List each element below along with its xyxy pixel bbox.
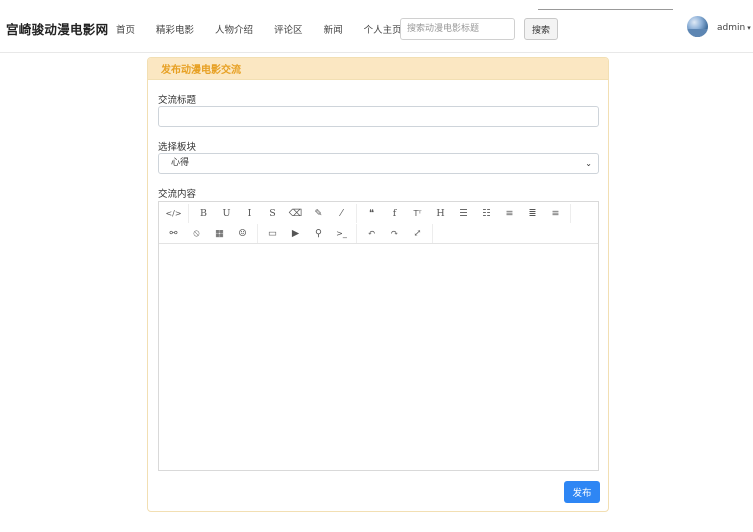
user-avatar[interactable]: [687, 16, 708, 37]
location-icon[interactable]: ⚲: [307, 224, 330, 243]
align-center-icon[interactable]: ≣: [521, 204, 544, 223]
heading-icon[interactable]: H: [429, 204, 452, 223]
title-label: 交流标题: [158, 95, 197, 106]
board-label: 选择板块: [158, 142, 197, 153]
align-right-icon[interactable]: ≡: [544, 204, 567, 223]
card-header: 发布动漫电影交流: [148, 58, 608, 80]
code-block-icon[interactable]: >_: [330, 224, 353, 243]
top-navbar: 宫崎骏动漫电影网 首页 精彩电影 人物介绍 评论区 新闻 个人主页 搜索 adm…: [0, 0, 753, 53]
title-input[interactable]: [158, 106, 599, 127]
link-icon[interactable]: ⚯: [162, 224, 185, 243]
font-icon[interactable]: f: [383, 204, 406, 223]
brush-icon[interactable]: ⁄: [330, 204, 353, 223]
bold-icon[interactable]: B: [192, 204, 215, 223]
search-input[interactable]: [400, 18, 515, 40]
video-icon[interactable]: ▶: [284, 224, 307, 243]
nav-item-comments[interactable]: 评论区: [274, 22, 303, 36]
quote-icon[interactable]: ❝: [360, 204, 383, 223]
editor-toolbar: </> B U I S ⌫ ✎ ⁄ ❝ f Tᵀ H ☰ ☷ ≡ ≣ ≡ ⚯ ⦸ ▦ ☺ ▭ ▶ ⚲ >_ ↶ ↷ ⤢: [159, 202, 598, 244]
nav-item-news[interactable]: 新闻: [324, 22, 343, 36]
code-view-icon[interactable]: </>: [162, 204, 185, 223]
board-selected-value: 心得: [171, 158, 190, 168]
ordered-list-icon[interactable]: ☷: [475, 204, 498, 223]
unlink-icon[interactable]: ⦸: [185, 224, 208, 243]
align-left-icon[interactable]: ≡: [498, 204, 521, 223]
nav-item-home[interactable]: 首页: [116, 22, 135, 36]
font-size-icon[interactable]: Tᵀ: [406, 204, 429, 223]
main-nav: 首页 精彩电影 人物介绍 评论区 新闻 个人主页: [110, 22, 423, 36]
post-form-card: 发布动漫电影交流 交流标题 选择板块 心得 ⌄ 交流内容 </> B U I S ⌫ ✎ ⁄ ❝…: [147, 57, 609, 512]
toolbar-group: ⚯ ⦸ ▦ ☺: [159, 223, 258, 243]
nav-item-characters[interactable]: 人物介绍: [215, 22, 253, 36]
pen-icon[interactable]: ✎: [307, 204, 330, 223]
undo-icon[interactable]: ↶: [360, 224, 383, 243]
board-select[interactable]: 心得 ⌄: [158, 153, 599, 174]
caret-down-icon: ▾: [747, 24, 751, 32]
site-brand[interactable]: 宫崎骏动漫电影网: [6, 19, 108, 38]
chevron-down-icon: ⌄: [585, 159, 592, 168]
publish-button[interactable]: 发布: [564, 481, 600, 503]
content-label: 交流内容: [158, 189, 197, 200]
rich-text-editor: </> B U I S ⌫ ✎ ⁄ ❝ f Tᵀ H ☰ ☷ ≡ ≣ ≡ ⚯ ⦸ ▦ ☺ ▭ ▶ ⚲ >_ ↶ ↷ ⤢: [158, 201, 599, 471]
eraser-icon[interactable]: ⌫: [284, 204, 307, 223]
table-icon[interactable]: ▦: [208, 224, 231, 243]
bullet-list-icon[interactable]: ☰: [452, 204, 475, 223]
user-name: admin: [717, 23, 746, 33]
card-title: 发布动漫电影交流: [161, 65, 241, 76]
toolbar-group: ↶ ↷ ⤢: [357, 223, 433, 243]
search-button[interactable]: 搜索: [524, 18, 558, 40]
fullscreen-icon[interactable]: ⤢: [406, 224, 429, 243]
editor-content-area[interactable]: [159, 244, 598, 470]
toolbar-row-1: </> B U I S ⌫ ✎ ⁄ ❝ f Tᵀ H ☰ ☷ ≡ ≣ ≡: [159, 203, 571, 223]
toolbar-group: ▭ ▶ ⚲ >_: [258, 223, 357, 243]
redo-icon[interactable]: ↷: [383, 224, 406, 243]
nav-item-profile[interactable]: 个人主页: [364, 22, 402, 36]
emoji-icon[interactable]: ☺: [231, 224, 254, 243]
toolbar-group: B U I S ⌫ ✎ ⁄: [189, 203, 357, 223]
toolbar-group: </>: [159, 203, 189, 223]
user-menu[interactable]: admin ▾: [717, 23, 751, 33]
image-icon[interactable]: ▭: [261, 224, 284, 243]
italic-icon[interactable]: I: [238, 204, 261, 223]
underline-icon[interactable]: U: [215, 204, 238, 223]
toolbar-row-2: ⚯ ⦸ ▦ ☺ ▭ ▶ ⚲ >_ ↶ ↷ ⤢: [159, 223, 433, 243]
strikethrough-icon[interactable]: S: [261, 204, 284, 223]
top-divider-line: [538, 9, 673, 10]
toolbar-group: ❝ f Tᵀ H ☰ ☷ ≡ ≣ ≡: [357, 203, 571, 223]
nav-item-movies[interactable]: 精彩电影: [156, 22, 194, 36]
